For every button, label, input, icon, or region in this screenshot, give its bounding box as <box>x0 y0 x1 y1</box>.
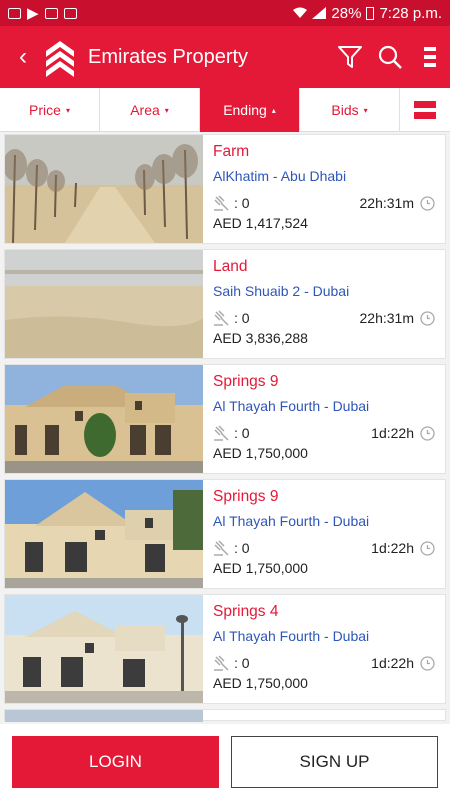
battery-percent: 28% <box>331 4 362 22</box>
notification-icons: ▶ <box>8 4 77 22</box>
time-left: 22h:31m <box>359 310 414 326</box>
time-left: 1d:22h <box>371 540 414 556</box>
caret-down-icon: ▾ <box>164 105 169 115</box>
bid-count: : 0 <box>234 655 250 671</box>
signal-icon <box>312 7 327 19</box>
app-title: Emirates Property <box>88 45 249 68</box>
view-toggle-button[interactable] <box>400 88 450 131</box>
listing-location: Saih Shuaib 2 - Dubai <box>213 283 350 299</box>
filter-icon <box>338 46 362 68</box>
clock: 7:28 p.m. <box>379 4 442 22</box>
back-button[interactable]: ‹ <box>10 43 36 71</box>
listing-card[interactable]: Springs 9 Al Thayah Fourth - Dubai : 0 1… <box>4 364 446 474</box>
signup-button[interactable]: SIGN UP <box>231 736 438 788</box>
play-icon: ▶ <box>27 5 39 22</box>
clock-icon <box>420 425 435 441</box>
listing-title: Farm <box>213 143 250 160</box>
menu-icon <box>424 47 436 67</box>
sort-tab-label: Ending <box>223 102 267 118</box>
sort-tab-label: Price <box>29 102 61 118</box>
gavel-icon <box>214 655 229 671</box>
listing-card[interactable]: Land Saih Shuaib 2 - Dubai : 0 22h:31m A… <box>4 249 446 359</box>
listing-card[interactable]: Springs 9 Al Thayah Fourth - Dubai : 0 1… <box>4 479 446 589</box>
auth-bar: LOGIN SIGN UP <box>0 724 450 800</box>
sort-tab-label: Bids <box>331 102 359 118</box>
listing-list[interactable]: Farm AlKhatim - Abu Dhabi : 0 22h:31m AE… <box>4 134 446 724</box>
sort-tab-label: Area <box>130 102 160 118</box>
time-left: 22h:31m <box>359 195 414 211</box>
caret-down-icon: ▾ <box>363 105 368 115</box>
time-left: 1d:22h <box>371 425 414 441</box>
listing-price: AED 1,750,000 <box>213 560 308 576</box>
listing-title: Land <box>213 258 248 275</box>
listing-photo <box>5 135 203 243</box>
search-button[interactable] <box>370 37 410 77</box>
listing-location: Al Thayah Fourth - Dubai <box>213 398 370 414</box>
listing-title: Springs 9 <box>213 373 279 390</box>
gavel-icon <box>214 540 229 556</box>
wifi-icon <box>293 7 308 18</box>
list-view-icon <box>414 100 436 119</box>
listing-card[interactable] <box>4 709 446 722</box>
caret-down-icon: ▾ <box>65 105 70 115</box>
listing-price: AED 1,750,000 <box>213 445 308 461</box>
clock-icon <box>420 195 435 211</box>
login-button[interactable]: LOGIN <box>12 736 219 788</box>
bid-count: : 0 <box>234 425 250 441</box>
sort-bar: Price ▾ Area ▾ Ending ▴ Bids ▾ <box>0 88 450 132</box>
listing-photo <box>5 710 203 722</box>
clock-icon <box>420 540 435 556</box>
sort-tab-ending[interactable]: Ending ▴ <box>200 88 300 132</box>
filter-button[interactable] <box>330 37 370 77</box>
listing-title: Springs 9 <box>213 488 279 505</box>
search-icon <box>378 45 402 69</box>
clock-icon <box>420 655 435 671</box>
listing-location: Al Thayah Fourth - Dubai <box>213 628 370 644</box>
listing-card[interactable]: Springs 4 Al Thayah Fourth - Dubai : 0 1… <box>4 594 446 704</box>
clock-icon <box>420 310 435 326</box>
listing-location: AlKhatim - Abu Dhabi <box>213 168 347 184</box>
gallery-icon <box>8 7 21 19</box>
status-bar: ▶ 28% 7:28 p.m. <box>0 0 450 26</box>
photo-icon <box>63 7 77 19</box>
gavel-icon <box>214 425 229 441</box>
listing-photo <box>5 250 203 358</box>
listing-price: AED 3,836,288 <box>213 330 308 346</box>
sort-tab-price[interactable]: Price ▾ <box>0 88 100 132</box>
sort-tab-area[interactable]: Area ▾ <box>100 88 200 132</box>
youtube-icon <box>44 7 58 19</box>
gavel-icon <box>214 195 229 211</box>
listing-photo <box>5 365 203 473</box>
bid-count: : 0 <box>234 195 250 211</box>
app-logo-icon <box>46 41 74 77</box>
sort-tab-bids[interactable]: Bids ▾ <box>300 88 400 132</box>
battery-icon <box>366 6 375 20</box>
listing-price: AED 1,417,524 <box>213 215 308 231</box>
menu-button[interactable] <box>410 37 450 77</box>
listing-photo <box>5 480 203 588</box>
bid-count: : 0 <box>234 540 250 556</box>
time-left: 1d:22h <box>371 655 414 671</box>
bid-count: : 0 <box>234 310 250 326</box>
listing-title: Springs 4 <box>213 603 279 620</box>
listing-photo <box>5 595 203 703</box>
listing-location: Al Thayah Fourth - Dubai <box>213 513 370 529</box>
listing-price: AED 1,750,000 <box>213 675 308 691</box>
gavel-icon <box>214 310 229 326</box>
caret-up-icon: ▴ <box>271 105 276 115</box>
listing-card[interactable]: Farm AlKhatim - Abu Dhabi : 0 22h:31m AE… <box>4 134 446 244</box>
app-header: ‹ Emirates Property <box>0 26 450 88</box>
